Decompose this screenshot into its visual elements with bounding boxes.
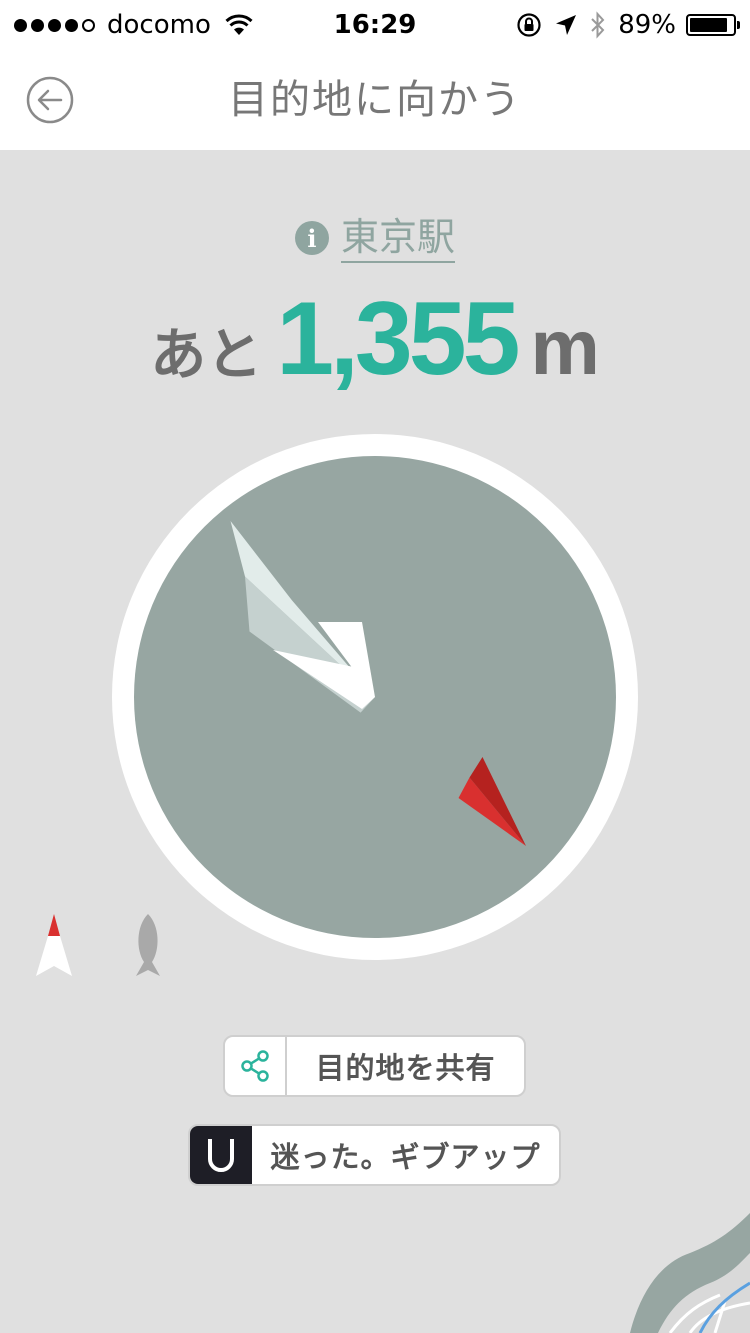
- share-icon: [241, 1050, 269, 1082]
- map-preview-icon[interactable]: [630, 1213, 750, 1333]
- battery-percent: 89%: [618, 10, 676, 40]
- share-destination-button[interactable]: 目的地を共有: [223, 1035, 526, 1097]
- distance-value: 1,355: [276, 281, 520, 397]
- status-bar: docomo 16:29 89%: [0, 0, 750, 50]
- compass-dial: [112, 434, 638, 960]
- location-arrow-icon: [556, 15, 577, 35]
- distance-display: あと 1,355 m: [0, 280, 750, 397]
- page-title: 目的地に向かう: [228, 77, 522, 123]
- nav-bar: 目的地に向かう: [0, 50, 750, 150]
- share-destination-label: 目的地を共有: [315, 1051, 496, 1085]
- giveup-label: 迷った。ギブアップ: [270, 1140, 541, 1174]
- giveup-uber-button[interactable]: 迷った。ギブアップ: [188, 1124, 561, 1186]
- battery-icon: [686, 14, 740, 36]
- battery-fill: [690, 18, 728, 32]
- destination-row: i 東京駅: [0, 212, 750, 264]
- distance-prefix: あと: [150, 323, 263, 388]
- distance-unit: m: [530, 303, 600, 391]
- fish-icon[interactable]: [130, 910, 166, 980]
- destination-link[interactable]: 東京駅: [340, 213, 455, 263]
- share-icon-cell: [225, 1037, 287, 1095]
- status-right: 89%: [516, 8, 740, 42]
- info-icon[interactable]: i: [294, 221, 329, 255]
- north-arrow-icon[interactable]: [34, 910, 74, 980]
- uber-icon-cell: [190, 1126, 252, 1184]
- rotation-lock-icon: [517, 13, 541, 37]
- bluetooth-icon: [591, 11, 605, 39]
- uber-logo-icon: [208, 1139, 234, 1172]
